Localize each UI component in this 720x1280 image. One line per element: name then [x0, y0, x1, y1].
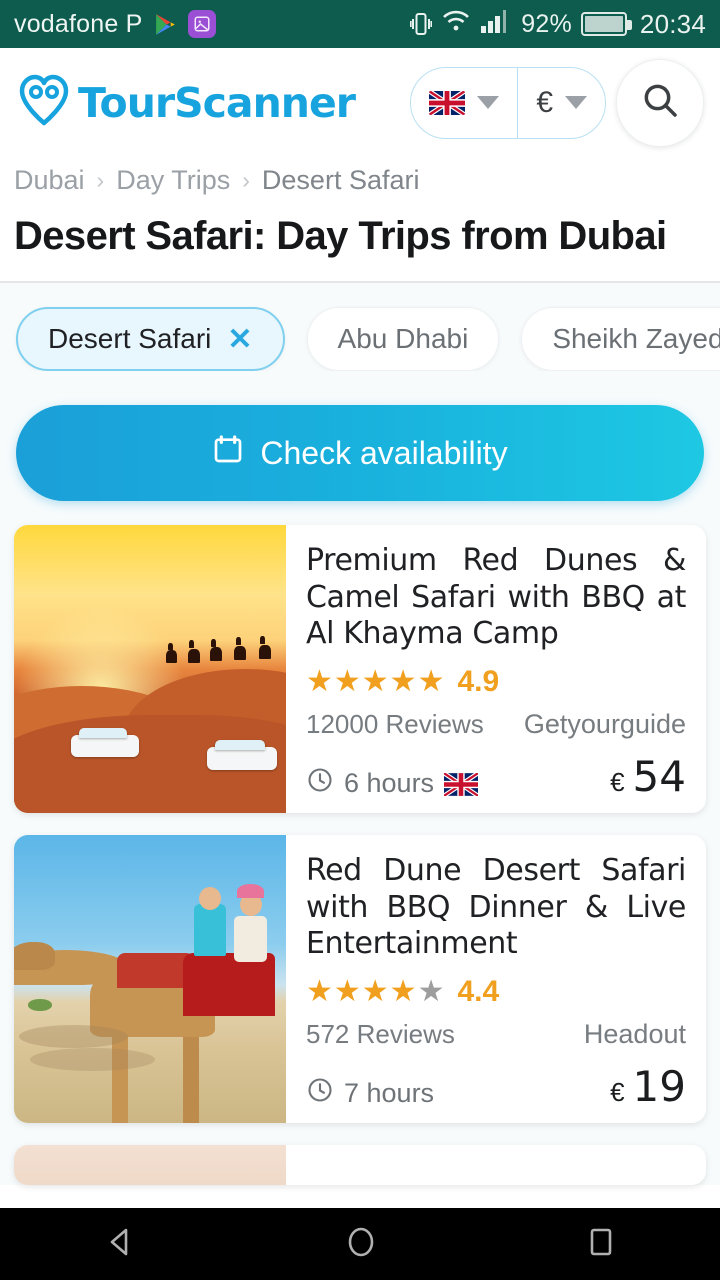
filter-chip-list[interactable]: Desert Safari ✕ Abu Dhabi Sheikh Zayed G…: [0, 283, 720, 371]
battery-percent-label: 92%: [521, 9, 572, 38]
tour-image-camel-ride: [14, 835, 286, 1123]
page-title: Desert Safari: Day Trips from Dubai: [0, 196, 720, 281]
star-rating-icons: ★★★★★: [306, 664, 446, 698]
clock-label: 20:34: [639, 8, 706, 39]
play-store-icon: [153, 12, 178, 37]
breadcrumb-wrapper: Dubai › Day Trips › Desert Safari: [0, 157, 720, 196]
breadcrumb-separator: ›: [96, 167, 105, 193]
rating-value: 4.4: [457, 974, 500, 1008]
status-bar-left: vodafone P: [14, 10, 410, 39]
tour-rating: ★★★★★ 4.9: [306, 665, 686, 699]
tour-title[interactable]: Red Dune Desert Safari with BBQ Dinner &…: [306, 853, 686, 963]
signal-icon: [480, 8, 512, 41]
filter-chip-sheikh-zayed[interactable]: Sheikh Zayed Gr: [521, 307, 720, 371]
tour-meta-row-secondary: 7 hours € 19: [306, 1062, 686, 1111]
breadcrumb-item-dubai[interactable]: Dubai: [14, 165, 85, 196]
app-header: TourScanner €: [0, 48, 720, 157]
locale-selectors: €: [410, 66, 606, 139]
currency-label: €: [536, 85, 553, 119]
tour-card[interactable]: [14, 1145, 706, 1185]
tour-meta-row: 12000 Reviews Getyourguide: [306, 709, 686, 740]
gallery-icon: [187, 10, 216, 38]
tour-card[interactable]: Red Dune Desert Safari with BBQ Dinner &…: [14, 835, 706, 1123]
tour-meta-row: 572 Reviews Headout: [306, 1019, 686, 1050]
battery-icon: [580, 12, 632, 36]
price-currency: €: [610, 1076, 625, 1107]
tour-card-body: Red Dune Desert Safari with BBQ Dinner &…: [286, 835, 706, 1123]
breadcrumb-item-desert-safari[interactable]: Desert Safari: [262, 165, 420, 196]
clock-icon: [306, 1076, 334, 1111]
tour-meta-row-secondary: 6 hours € 54: [306, 752, 686, 801]
provider-label: Headout: [583, 1018, 686, 1049]
uk-flag-icon: [429, 90, 466, 115]
status-bar: vodafone P 92% 20:34: [0, 0, 720, 48]
star-rating-icons: ★★★★★: [306, 974, 446, 1008]
price-amount: 19: [632, 1061, 686, 1111]
breadcrumb-separator: ›: [242, 167, 250, 193]
main-content: Desert Safari ✕ Abu Dhabi Sheikh Zayed G…: [0, 283, 720, 1185]
close-icon[interactable]: ✕: [227, 322, 252, 357]
tour-title[interactable]: Premium Red Dunes & Camel Safari with BB…: [306, 543, 686, 653]
chevron-down-icon: [565, 96, 587, 109]
chevron-down-icon: [477, 96, 500, 109]
wifi-icon: [441, 9, 471, 40]
calendar-icon: [212, 433, 244, 473]
language-selector[interactable]: [411, 68, 517, 138]
provider-label: Getyourguide: [523, 708, 686, 739]
carrier-label: vodafone P: [14, 9, 143, 38]
check-availability-label: Check availability: [260, 434, 508, 471]
back-triangle-icon[interactable]: [102, 1224, 138, 1265]
search-icon: [640, 80, 680, 125]
logo[interactable]: TourScanner: [16, 73, 400, 132]
heart-pin-logo-icon: [16, 73, 72, 132]
uk-flag-icon: [442, 768, 480, 799]
tour-price: € 19: [610, 1062, 686, 1111]
check-availability-button[interactable]: Check availability: [16, 405, 704, 501]
duration-label: 7 hours: [344, 1077, 435, 1108]
rating-value: 4.9: [457, 664, 500, 698]
search-button[interactable]: [616, 58, 704, 147]
tour-rating: ★★★★★ 4.4: [306, 975, 686, 1009]
status-bar-right: 92% 20:34: [409, 8, 706, 41]
filter-chip-abu-dhabi[interactable]: Abu Dhabi: [306, 307, 500, 371]
tour-duration: 7 hours: [306, 1076, 434, 1111]
logo-text: TourScanner: [78, 78, 356, 127]
breadcrumb: Dubai › Day Trips › Desert Safari: [14, 165, 706, 196]
tour-image-desert-sunset: [14, 525, 286, 813]
tour-card-list: Premium Red Dunes & Camel Safari with BB…: [0, 501, 720, 1185]
vibrate-icon: [409, 10, 433, 38]
clock-icon: [306, 766, 334, 801]
filter-chip-label: Abu Dhabi: [337, 323, 469, 354]
currency-selector[interactable]: €: [517, 67, 605, 138]
price-amount: 54: [632, 751, 686, 801]
tour-image-partial: [14, 1145, 286, 1185]
recents-square-icon[interactable]: [584, 1225, 618, 1264]
review-count: 12000 Reviews: [306, 708, 484, 739]
home-circle-icon[interactable]: [343, 1224, 379, 1265]
tour-duration: 6 hours: [306, 766, 480, 801]
tour-price: € 54: [610, 752, 686, 801]
duration-label: 6 hours: [344, 767, 435, 798]
tour-card-body: Premium Red Dunes & Camel Safari with BB…: [286, 525, 706, 813]
review-count: 572 Reviews: [306, 1018, 455, 1049]
android-navigation-bar: [0, 1208, 720, 1280]
tour-card-body: [286, 1145, 706, 1185]
price-currency: €: [610, 766, 625, 797]
filter-chip-desert-safari[interactable]: Desert Safari ✕: [16, 307, 285, 371]
tour-card[interactable]: Premium Red Dunes & Camel Safari with BB…: [14, 525, 706, 813]
breadcrumb-item-day-trips[interactable]: Day Trips: [116, 165, 230, 196]
filter-chip-label: Sheikh Zayed Gr: [552, 323, 720, 354]
filter-chip-label: Desert Safari: [48, 323, 212, 354]
